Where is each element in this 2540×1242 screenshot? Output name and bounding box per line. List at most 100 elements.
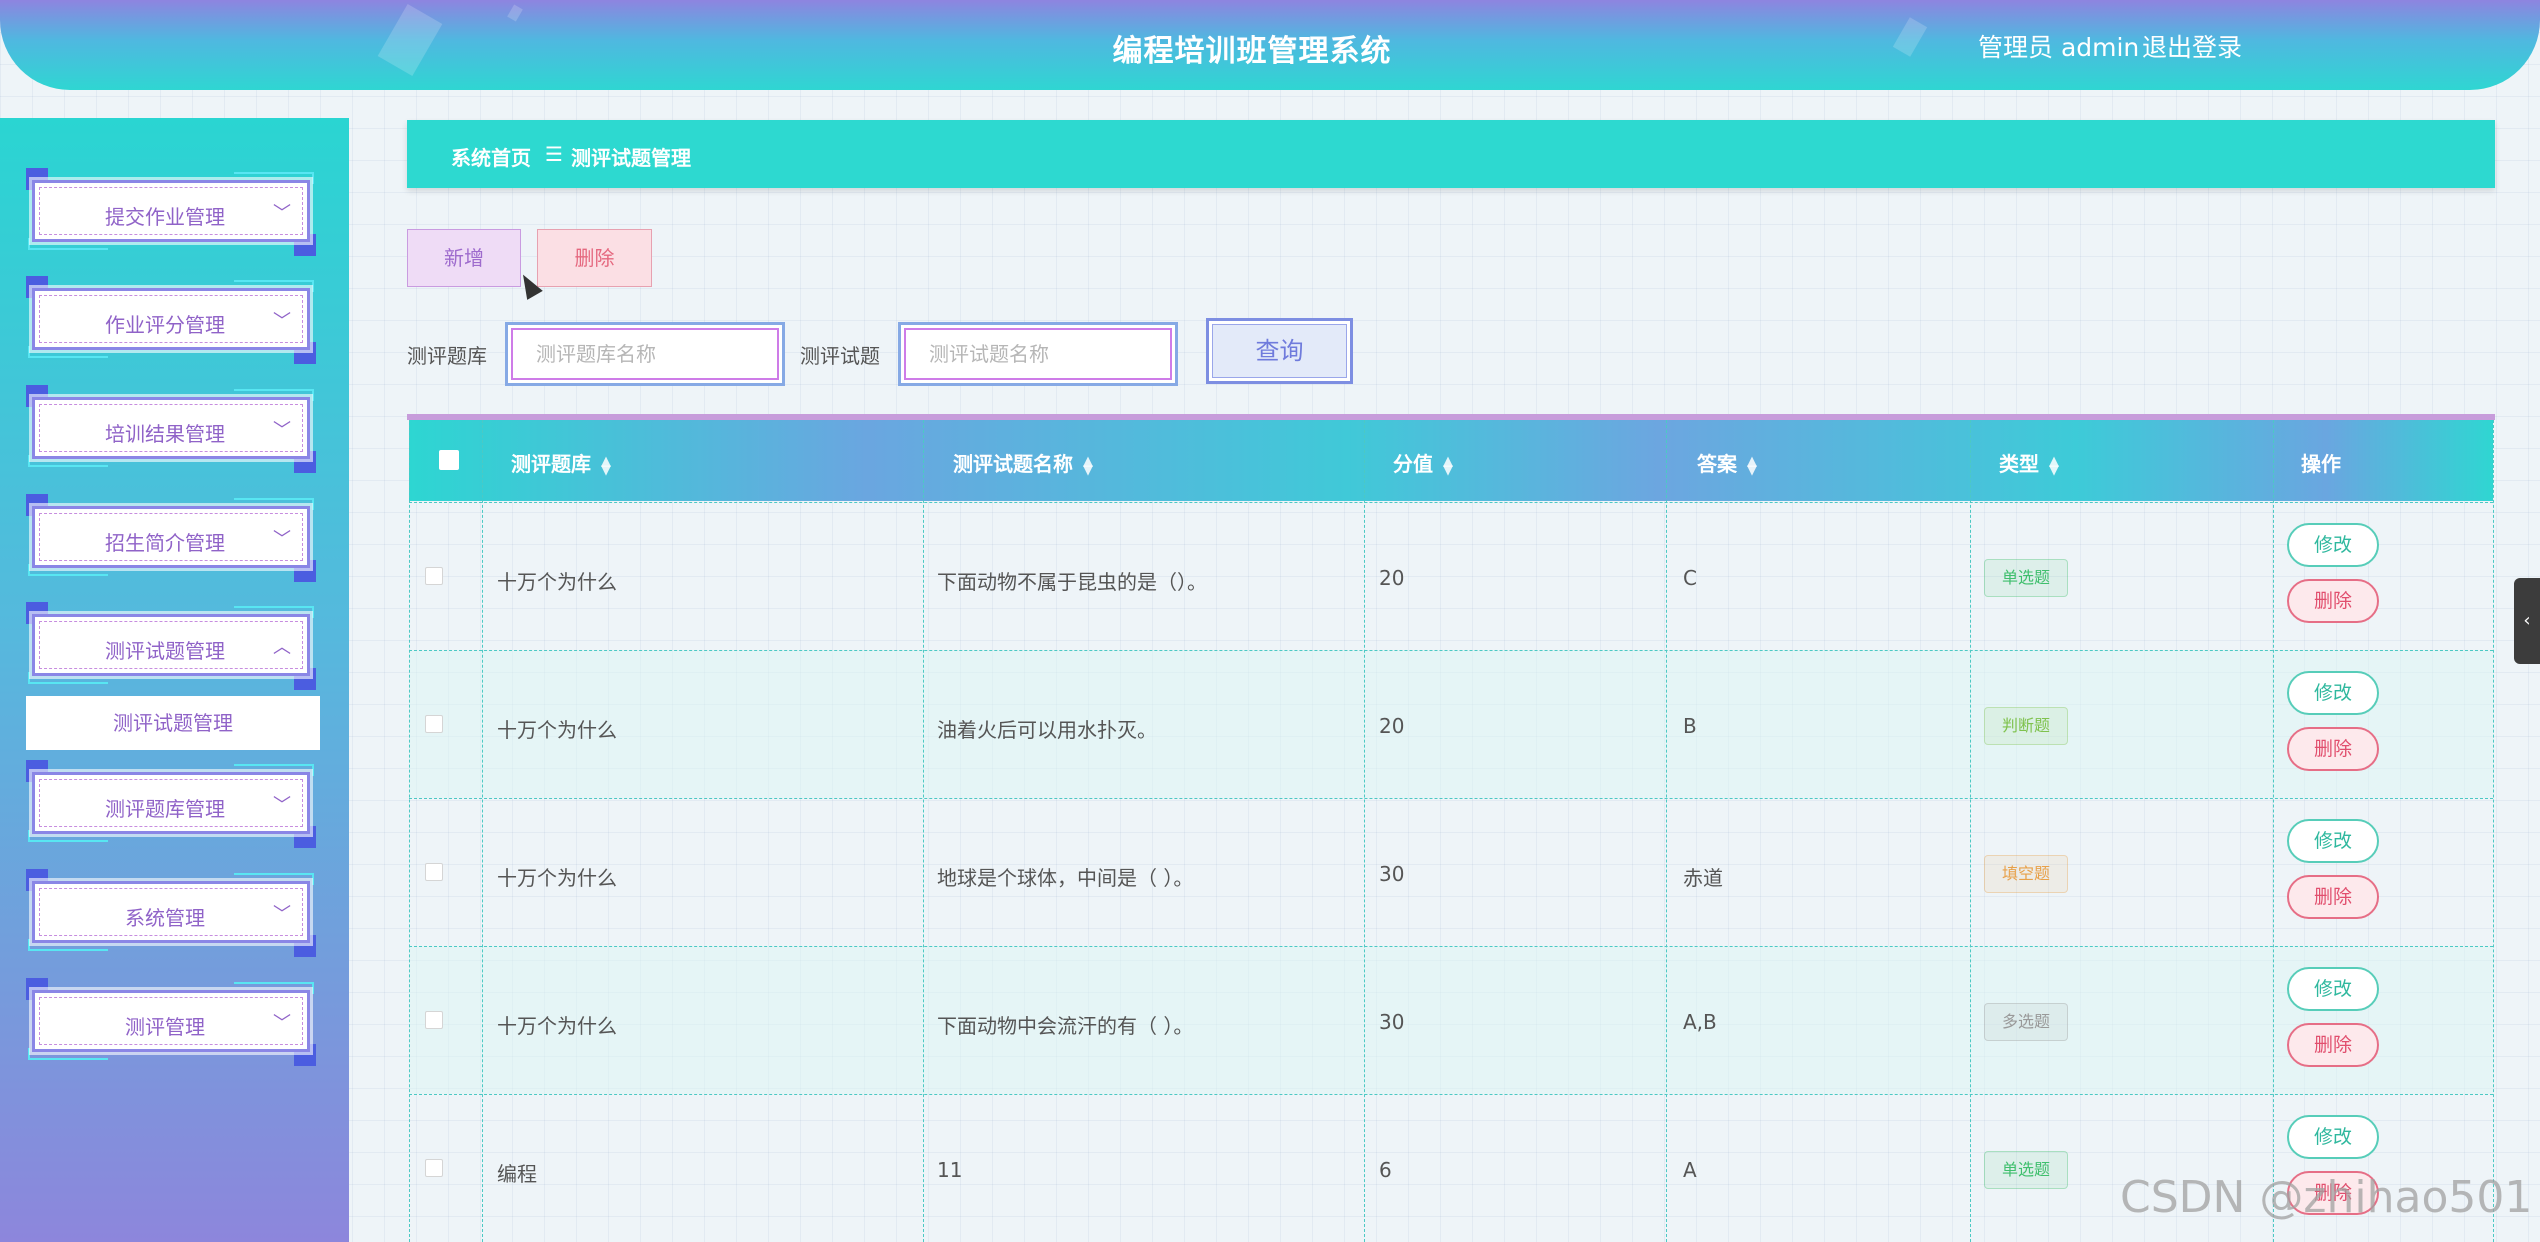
sidebar-item-label: 测评试题管理 (105, 639, 225, 663)
chevron-up-icon: ︿ (273, 637, 291, 658)
chevron-down-icon: ﹀ (273, 529, 291, 550)
menu-item-box: 测评试题管理 ︿ (32, 614, 310, 676)
chevron-down-icon: ﹀ (273, 904, 291, 925)
column-divider (1364, 420, 1365, 1242)
breadcrumb-home[interactable]: 系统首页 (451, 142, 531, 171)
question-search-input[interactable] (898, 322, 1178, 386)
row-checkbox[interactable] (425, 863, 443, 881)
select-all-checkbox[interactable] (439, 450, 459, 470)
column-header-score[interactable]: 分值 ▲ ▼ (1393, 448, 1453, 477)
column-header-bank[interactable]: 测评题库 ▲ ▼ (511, 448, 611, 477)
cell-score: 30 (1379, 1010, 1405, 1034)
edit-button[interactable]: 修改 (2287, 523, 2379, 567)
sidebar-item-label: 测评题库管理 (105, 797, 225, 821)
column-header-type[interactable]: 类型 ▲ ▼ (1999, 448, 2059, 477)
sidebar-item-admission-intro[interactable]: 招生简介管理 ﹀ (26, 494, 316, 582)
type-tag: 填空题 (1984, 855, 2068, 893)
sidebar-item-test-management[interactable]: 测评管理 ﹀ (26, 978, 316, 1066)
cell-bank: 编程 (497, 1162, 537, 1186)
menu-item-box: 作业评分管理 ﹀ (32, 288, 310, 350)
bank-search-input[interactable] (505, 322, 785, 386)
chevron-down-icon: ﹀ (273, 795, 291, 816)
edit-button[interactable]: 修改 (2287, 1115, 2379, 1159)
delete-button[interactable]: 删除 (2287, 1023, 2379, 1067)
cell-answer: 赤道 (1683, 866, 1723, 890)
column-header-label: 答案 (1697, 452, 1737, 476)
column-header-actions: 操作 (2301, 452, 2341, 476)
current-user: 管理员 admin (1978, 33, 2140, 62)
watermark: CSDN @zhihao501 (2120, 1172, 2533, 1223)
sidebar-item-system-management[interactable]: 系统管理 ﹀ (26, 869, 316, 957)
type-tag: 单选题 (1984, 1151, 2068, 1189)
table-row: 十万个为什么 下面动物不属于昆虫的是（）。 20 C 单选题 修改 删除 (409, 502, 2493, 650)
sort-icon[interactable]: ▲ ▼ (1747, 455, 1757, 477)
cell-answer: A,B (1683, 1010, 1717, 1034)
menu-item-box: 测评管理 ﹀ (32, 990, 310, 1052)
cell-answer: C (1683, 566, 1697, 590)
column-divider (2493, 420, 2494, 1242)
sidebar-item-test-bank[interactable]: 测评题库管理 ﹀ (26, 760, 316, 848)
question-search-label: 测评试题 (800, 344, 880, 368)
delete-button[interactable]: 删除 (2287, 875, 2379, 919)
chevron-down-icon: ﹀ (273, 1013, 291, 1034)
sort-icon[interactable]: ▲ ▼ (1083, 455, 1093, 477)
column-header-label: 分值 (1393, 452, 1433, 476)
column-divider (923, 420, 924, 1242)
sort-icon[interactable]: ▲ ▼ (601, 455, 611, 477)
breadcrumb: 系统首页 ☰ 测评试题管理 (407, 120, 2495, 188)
sidebar-item-training-results[interactable]: 培训结果管理 ﹀ (26, 385, 316, 473)
sidebar-item-homework-grading[interactable]: 作业评分管理 ﹀ (26, 276, 316, 364)
chevron-down-icon: ﹀ (273, 203, 291, 224)
row-checkbox[interactable] (425, 715, 443, 733)
delete-button[interactable]: 删除 (2287, 727, 2379, 771)
sidebar-item-label: 培训结果管理 (105, 422, 225, 446)
header-decoration (507, 4, 523, 22)
column-divider (409, 420, 410, 1242)
cell-answer: B (1683, 714, 1697, 738)
menu-item-box: 招生简介管理 ﹀ (32, 506, 310, 568)
top-header: 编程培训班管理系统 管理员 admin 退出登录 (0, 0, 2540, 90)
row-checkbox[interactable] (425, 567, 443, 585)
column-header-label: 类型 (1999, 452, 2039, 476)
sidebar-item-label: 系统管理 (125, 906, 205, 930)
edit-button[interactable]: 修改 (2287, 819, 2379, 863)
row-checkbox[interactable] (425, 1011, 443, 1029)
column-header-label: 测评试题名称 (953, 452, 1073, 476)
cell-bank: 十万个为什么 (497, 718, 617, 742)
row-checkbox[interactable] (425, 1159, 443, 1177)
collapse-panel-icon[interactable]: ‹ (2514, 578, 2540, 664)
table-row: 十万个为什么 下面动物中会流汗的有（ ）。 30 A,B 多选题 修改 删除 (409, 946, 2493, 1094)
type-tag: 判断题 (1984, 707, 2068, 745)
menu-item-box: 培训结果管理 ﹀ (32, 397, 310, 459)
sort-icon[interactable]: ▲ ▼ (1443, 455, 1453, 477)
table-header: 测评题库 ▲ ▼ 测评试题名称 ▲ ▼ 分值 ▲ ▼ 答案 ▲ ▼ 类型 ▲ ▼ 操作 (409, 420, 2493, 501)
batch-delete-button[interactable]: 删除 (537, 229, 652, 287)
cell-score: 30 (1379, 862, 1405, 886)
query-button[interactable]: 查询 (1206, 318, 1353, 384)
chevron-down-icon: ﹀ (273, 420, 291, 441)
column-header-answer[interactable]: 答案 ▲ ▼ (1697, 448, 1757, 477)
type-tag: 多选题 (1984, 1003, 2068, 1041)
type-tag: 单选题 (1984, 559, 2068, 597)
column-header-label: 测评题库 (511, 452, 591, 476)
column-divider (1970, 420, 1971, 1242)
logout-link[interactable]: 退出登录 (2142, 28, 2242, 64)
cell-question: 油着火后可以用水扑灭。 (937, 718, 1157, 742)
edit-button[interactable]: 修改 (2287, 671, 2379, 715)
add-button[interactable]: 新增 (407, 229, 521, 287)
delete-button[interactable]: 删除 (2287, 579, 2379, 623)
sort-icon[interactable]: ▲ ▼ (2049, 455, 2059, 477)
table-row: 十万个为什么 地球是个球体，中间是（ ）。 30 赤道 填空题 修改 删除 (409, 798, 2493, 946)
edit-button[interactable]: 修改 (2287, 967, 2379, 1011)
table-row: 十万个为什么 油着火后可以用水扑灭。 20 B 判断题 修改删除 (409, 650, 2493, 798)
bank-search-label: 测评题库 (407, 344, 487, 368)
sidebar-item-test-questions[interactable]: 测评试题管理 ︿ (26, 602, 316, 690)
cell-score: 6 (1379, 1158, 1392, 1182)
cell-answer: A (1683, 1158, 1697, 1182)
sidebar-item-submit-homework[interactable]: 提交作业管理 ﹀ (26, 168, 316, 256)
cell-score: 20 (1379, 714, 1405, 738)
column-header-question[interactable]: 测评试题名称 ▲ ▼ (953, 448, 1093, 477)
breadcrumb-current: 测评试题管理 (571, 146, 691, 170)
menu-item-box: 提交作业管理 ﹀ (32, 180, 310, 242)
submenu-test-questions[interactable]: 测评试题管理 (26, 696, 320, 750)
